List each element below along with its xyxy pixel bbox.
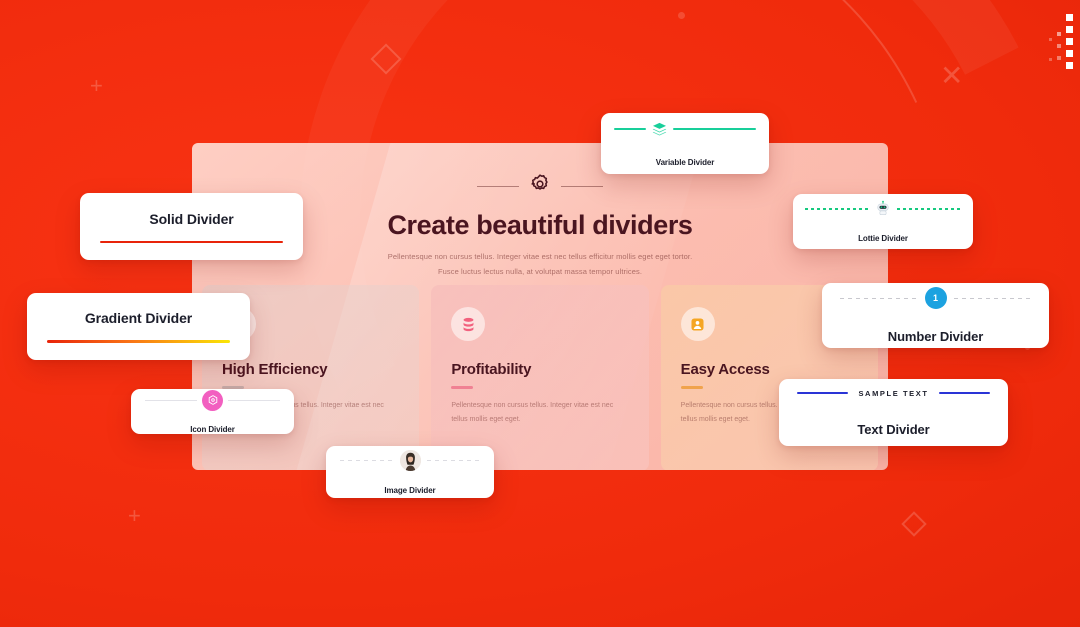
feature-title: Profitability <box>451 361 532 378</box>
pixel-pattern-decoration <box>1044 14 1078 74</box>
icon-divider-preview <box>145 389 280 411</box>
image-divider-line-left <box>340 459 394 461</box>
number-divider-line-right <box>953 297 1031 299</box>
number-divider-line-left <box>840 297 918 299</box>
diamond-decoration <box>370 43 402 75</box>
card-label: Image Divider <box>384 485 436 495</box>
card-icon-divider[interactable]: Icon Divider <box>131 389 294 434</box>
card-variable-divider[interactable]: Variable Divider <box>601 113 769 174</box>
variable-divider-preview <box>614 121 756 138</box>
feature-accent-rule <box>680 386 703 389</box>
lottie-divider-line-left <box>805 208 869 210</box>
card-solid-divider[interactable]: Solid Divider <box>80 193 303 260</box>
layers-icon <box>651 121 668 138</box>
image-divider-preview <box>340 449 480 471</box>
ornament-line-left <box>477 186 519 187</box>
variable-divider-line-left <box>614 128 646 130</box>
diamond-decoration <box>901 511 927 537</box>
page-root: + + ✕ Create beautiful dividers Pellente… <box>0 0 1080 627</box>
feature-card-profitability: Profitability Pellentesque non cursus te… <box>431 285 649 470</box>
card-label: Number Divider <box>887 329 984 344</box>
card-label: Variable Divider <box>655 157 715 167</box>
card-label: Gradient Divider <box>84 310 193 327</box>
plus-decoration: + <box>128 503 141 528</box>
card-gradient-divider[interactable]: Gradient Divider <box>27 293 250 360</box>
portrait-avatar <box>399 449 421 471</box>
text-divider-line-right <box>938 392 991 394</box>
coins-stack-icon <box>451 307 486 341</box>
target-icon <box>202 389 223 411</box>
card-label: Icon Divider <box>190 424 235 434</box>
text-divider-sample-text: SAMPLE TEXT <box>858 388 929 398</box>
card-text-divider[interactable]: SAMPLE TEXT Text Divider <box>779 379 1008 446</box>
number-badge: 1 <box>924 287 947 309</box>
card-label: Lottie Divider <box>858 234 908 243</box>
card-label: Text Divider <box>857 421 930 437</box>
plus-decoration: + <box>90 73 103 98</box>
user-badge-icon <box>680 307 715 341</box>
variable-divider-line-right <box>673 128 756 130</box>
lottie-divider-preview <box>805 200 961 218</box>
number-divider-preview: 1 <box>840 287 1031 309</box>
feature-title: Easy Access <box>680 361 770 378</box>
text-divider-preview: SAMPLE TEXT <box>797 388 991 398</box>
feature-accent-rule <box>451 386 474 389</box>
image-divider-line-right <box>426 459 480 461</box>
feature-body: Pellentesque non cursus tellus. Integer … <box>451 401 614 423</box>
text-divider-line-left <box>797 392 849 394</box>
card-lottie-divider[interactable]: Lottie Divider <box>793 194 973 249</box>
hero-subtitle-line-2: Fusce luctus lectus nulla, at volutpat m… <box>437 266 643 276</box>
robot-icon <box>874 200 892 218</box>
icon-divider-line-right <box>228 399 280 401</box>
icon-divider-line-left <box>145 399 197 401</box>
card-number-divider[interactable]: 1 Number Divider <box>822 283 1049 348</box>
dot-decoration <box>678 12 685 19</box>
feature-title: High Efficiency <box>222 361 328 378</box>
lottie-divider-line-right <box>897 208 961 210</box>
solid-divider-line <box>100 240 283 243</box>
gradient-divider-line <box>47 340 230 343</box>
gear-icon <box>529 173 551 200</box>
ornament-line-right <box>561 186 603 187</box>
plus-decoration: ✕ <box>940 60 964 91</box>
card-image-divider[interactable]: Image Divider <box>326 446 494 498</box>
card-label: Solid Divider <box>149 210 234 227</box>
